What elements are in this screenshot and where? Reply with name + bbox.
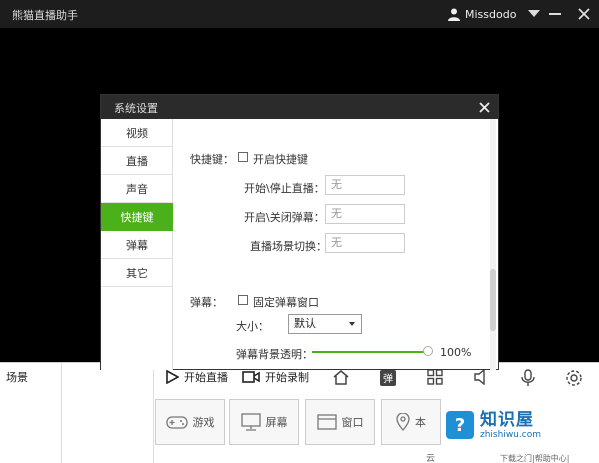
hotkeys-section-label: 快捷键： (190, 153, 234, 166)
watermark-logo-icon: ? (446, 411, 474, 439)
nav-item-other[interactable]: 其它 (101, 259, 173, 287)
watermark: ? 知识屋 zhishiwu.com (446, 400, 596, 450)
play-icon (166, 370, 179, 384)
hotkey-danmaku-label: 开启\关闭弹幕： (244, 211, 325, 224)
source-screen-label: 屏幕 (265, 416, 288, 429)
speaker-icon[interactable] (473, 369, 491, 385)
watermark-title: 知识屋 (480, 409, 534, 430)
fixed-danmaku-label: 固定弹幕窗口 (253, 296, 319, 309)
settings-dialog: 系统设置 视频 直播 声音 快捷键 弹幕 其它 快捷键： 开启快捷键 开始\停止… (100, 94, 499, 370)
scene-panel: 场景 (0, 363, 62, 463)
opacity-slider-handle[interactable] (423, 346, 433, 356)
grid-icon[interactable] (427, 369, 443, 385)
source-game-label: 游戏 (192, 416, 215, 429)
footer-links[interactable]: 下载之门|帮助中心| (500, 453, 569, 463)
source-game-button[interactable]: 游戏 (155, 399, 225, 445)
size-select[interactable]: 默认 (288, 314, 362, 334)
start-live-button[interactable]: 开始直播 (165, 369, 228, 385)
home-icon[interactable] (332, 369, 350, 385)
camera-icon (242, 371, 260, 383)
danmaku-icon[interactable]: 弹 (379, 369, 397, 387)
hotkey-scene-label: 直播场景切换： (250, 240, 327, 253)
dialog-header: 系统设置 (101, 95, 498, 119)
watermark-text: 知识屋 zhishiwu.com (480, 410, 541, 441)
title-bar: 熊猫直播助手 Missdodo (0, 0, 599, 28)
hotkey-start-stop-label: 开始\停止直播： (244, 182, 325, 195)
user-icon (448, 8, 460, 21)
size-select-value: 默认 (294, 317, 316, 330)
dialog-close-icon[interactable] (476, 99, 492, 115)
nav-item-video[interactable]: 视频 (101, 119, 173, 147)
nav-item-danmaku[interactable]: 弹幕 (101, 231, 173, 259)
opacity-label: 弹幕背景透明： (236, 348, 313, 361)
source-screen-button[interactable]: 屏幕 (229, 399, 299, 445)
app-title: 熊猫直播助手 (12, 9, 78, 22)
opacity-slider-track[interactable] (312, 351, 428, 353)
scene-list (62, 363, 154, 463)
nav-item-live[interactable]: 直播 (101, 147, 173, 175)
hotkey-scene-input[interactable]: 无 (325, 233, 405, 253)
settings-nav: 视频 直播 声音 快捷键 弹幕 其它 (101, 119, 173, 370)
nav-item-hotkeys[interactable]: 快捷键 (101, 203, 173, 231)
close-icon[interactable] (575, 5, 593, 23)
settings-content: 快捷键： 开启快捷键 开始\停止直播： 无 开启\关闭弹幕： 无 直播场景切换：… (174, 119, 490, 370)
minimize-icon[interactable] (546, 5, 564, 23)
watermark-domain: zhishiwu.com (480, 429, 541, 440)
size-label: 大小： (236, 320, 269, 333)
gear-icon[interactable] (565, 369, 583, 387)
source-location-label: 本 (415, 416, 426, 429)
enable-hotkeys-label: 开启快捷键 (253, 153, 308, 166)
settings-scrollbar[interactable] (490, 119, 496, 370)
start-record-button[interactable]: 开始录制 (242, 369, 309, 385)
location-icon (396, 413, 410, 431)
start-live-label: 开始直播 (184, 371, 228, 384)
source-window-button[interactable]: 窗口 (305, 399, 375, 445)
fixed-danmaku-checkbox[interactable] (238, 295, 248, 305)
footer-text: 云 (426, 454, 436, 463)
dialog-title: 系统设置 (114, 102, 158, 115)
start-record-label: 开始录制 (265, 371, 309, 384)
opacity-value: 100% (440, 346, 472, 359)
source-window-label: 窗口 (341, 416, 364, 429)
username: Missdodo (465, 7, 517, 21)
scene-label: 场景 (6, 371, 28, 384)
gamepad-icon (165, 416, 188, 429)
user-menu[interactable]: Missdodo (448, 6, 516, 22)
window-icon (316, 414, 337, 430)
enable-hotkeys-checkbox[interactable] (238, 152, 248, 162)
source-location-button[interactable]: 本 (381, 399, 441, 445)
monitor-icon (240, 413, 261, 431)
nav-item-audio[interactable]: 声音 (101, 175, 173, 203)
svg-text:弹: 弹 (383, 372, 393, 385)
app-window: 熊猫直播助手 Missdodo 场景 开始直播 开始录制 弹 游戏 屏幕 窗口 … (0, 0, 599, 463)
hotkey-danmaku-input[interactable]: 无 (325, 204, 405, 224)
hotkey-start-stop-input[interactable]: 无 (325, 175, 405, 195)
dropdown-icon[interactable] (525, 5, 543, 23)
chevron-down-icon (349, 322, 355, 326)
microphone-icon[interactable] (521, 369, 535, 387)
scrollbar-thumb[interactable] (490, 269, 496, 331)
danmaku-section-label: 弹幕： (190, 296, 223, 309)
